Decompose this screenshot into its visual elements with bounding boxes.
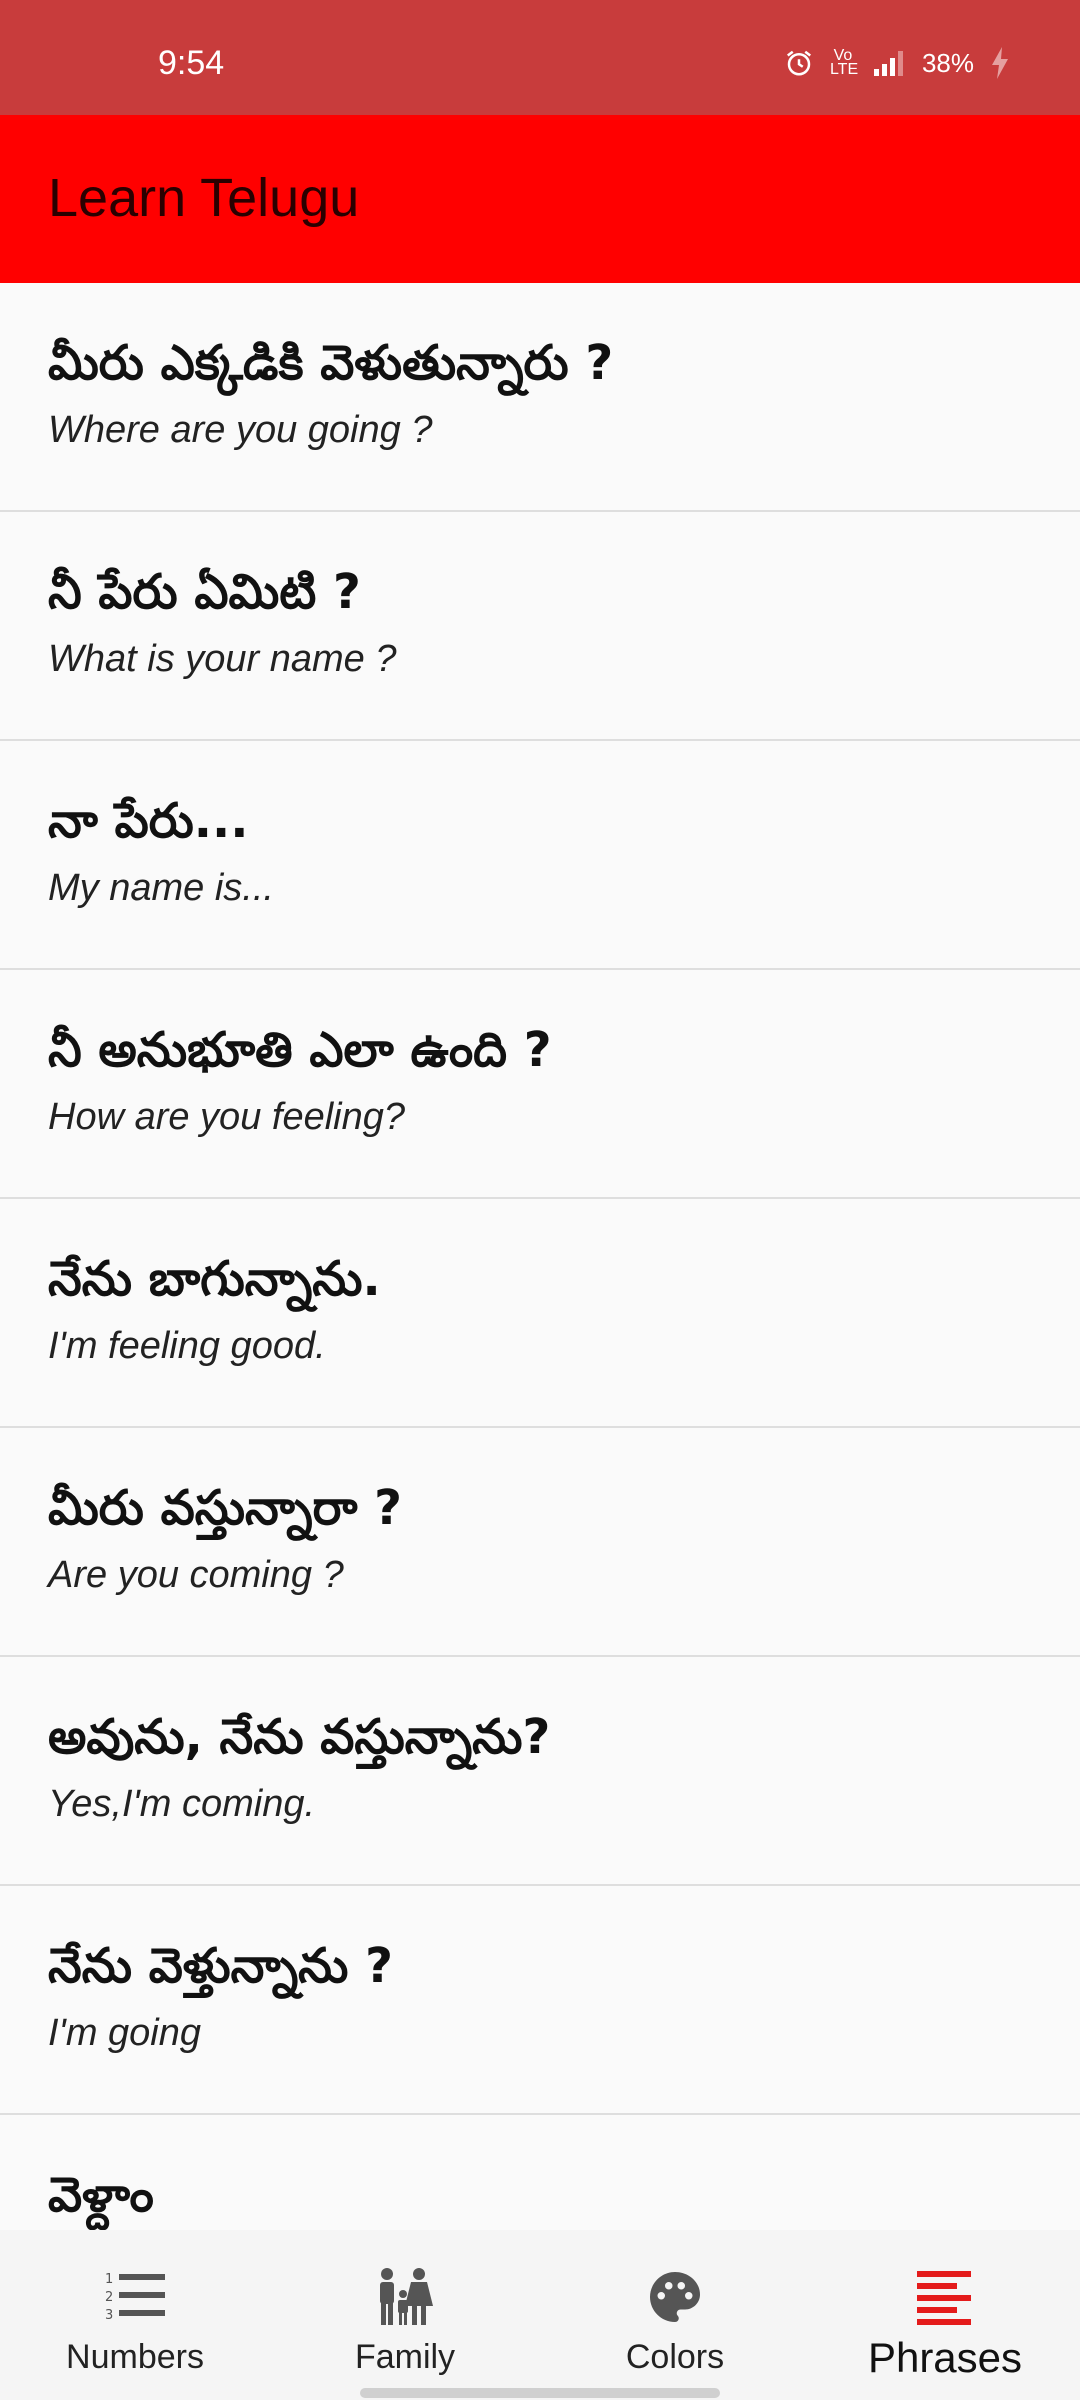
nav-label: Colors (625, 2338, 725, 2376)
home-indicator[interactable] (360, 2388, 720, 2398)
list-item[interactable]: నీ అనుభూతి ఎలా ఉంది ? How are you feelin… (0, 970, 1080, 1199)
telugu-phrase: నీ అనుభూతి ఎలా ఉంది ? (48, 1022, 552, 1078)
list-item[interactable]: నా పేరు... My name is... (0, 741, 1080, 970)
list-item[interactable]: మీరు ఎక్కడికి వెళుతున్నారు ? Where are y… (0, 283, 1080, 512)
phrases-icon (915, 2262, 975, 2332)
signal-icon (873, 51, 903, 76)
list-item[interactable]: నేను వెళ్తున్నాను ? I'm going (0, 1886, 1080, 2115)
status-time: 9:54 (158, 44, 225, 82)
english-translation: What is your name ? (48, 638, 397, 680)
app-title: Learn Telugu (48, 168, 360, 228)
nav-label: Phrases (867, 2334, 1023, 2381)
english-translation: How are you feeling? (48, 1096, 405, 1138)
nav-label: Family (354, 2338, 456, 2376)
telugu-phrase: వెళ్దాం (48, 2167, 154, 2223)
svg-text:1: 1 (105, 2272, 113, 2287)
english-translation: Where are you going ? (48, 409, 433, 451)
nav-item-family[interactable]: Family (270, 2230, 540, 2400)
list-item[interactable]: నీ పేరు ఏమిటి ? What is your name ? (0, 512, 1080, 741)
telugu-phrase: మీరు వస్తున్నారా ? (48, 1480, 402, 1536)
english-translation: I'm going (48, 2012, 202, 2054)
nav-item-numbers[interactable]: 1 2 3 Numbers (0, 2230, 270, 2400)
nav-item-colors[interactable]: Colors (540, 2230, 810, 2400)
nav-item-phrases[interactable]: Phrases (810, 2230, 1080, 2400)
network-type: Vo LTE (829, 47, 859, 78)
english-translation: Are you coming ? (48, 1554, 344, 1596)
list-item[interactable]: మీరు వస్తున్నారా ? Are you coming ? (0, 1428, 1080, 1657)
telugu-phrase: నీ పేరు ఏమిటి ? (48, 564, 361, 620)
telugu-phrase: నేను బాగున్నాను. (48, 1251, 381, 1307)
status-bar: 9:54 Vo LTE 38% (0, 0, 1080, 115)
app-bar: Learn Telugu (0, 115, 1080, 283)
telugu-phrase: నేను వెళ్తున్నాను ? (48, 1938, 393, 1994)
telugu-phrase: అవును, నేను వస్తున్నాను? (48, 1709, 551, 1765)
bottom-navigation: 1 2 3 Numbers Family Colors Phrases (0, 2230, 1080, 2400)
telugu-phrase: నా పేరు... (48, 793, 249, 849)
numbered-list-icon: 1 2 3 (103, 2262, 167, 2332)
svg-text:3: 3 (105, 2308, 113, 2323)
english-translation: My name is... (48, 867, 274, 909)
list-item[interactable]: అవును, నేను వస్తున్నాను? Yes,I'm coming. (0, 1657, 1080, 1886)
svg-text:2: 2 (105, 2290, 113, 2305)
list-item[interactable]: వెళ్దాం (0, 2115, 1080, 2230)
palette-icon (645, 2262, 705, 2332)
nav-label: Numbers (66, 2338, 204, 2376)
charging-icon (992, 47, 1008, 79)
telugu-phrase: మీరు ఎక్కడికి వెళుతున్నారు ? (48, 335, 614, 391)
battery-percent: 38% (921, 47, 974, 78)
phrases-list[interactable]: మీరు ఎక్కడికి వెళుతున్నారు ? Where are y… (0, 283, 1080, 2230)
english-translation: I'm feeling good. (48, 1325, 326, 1367)
status-icons: Vo LTE 38% (784, 46, 1010, 80)
alarm-icon (786, 50, 811, 76)
english-translation: Yes,I'm coming. (48, 1783, 316, 1825)
family-icon (373, 2262, 437, 2332)
list-item[interactable]: నేను బాగున్నాను. I'm feeling good. (0, 1199, 1080, 1428)
